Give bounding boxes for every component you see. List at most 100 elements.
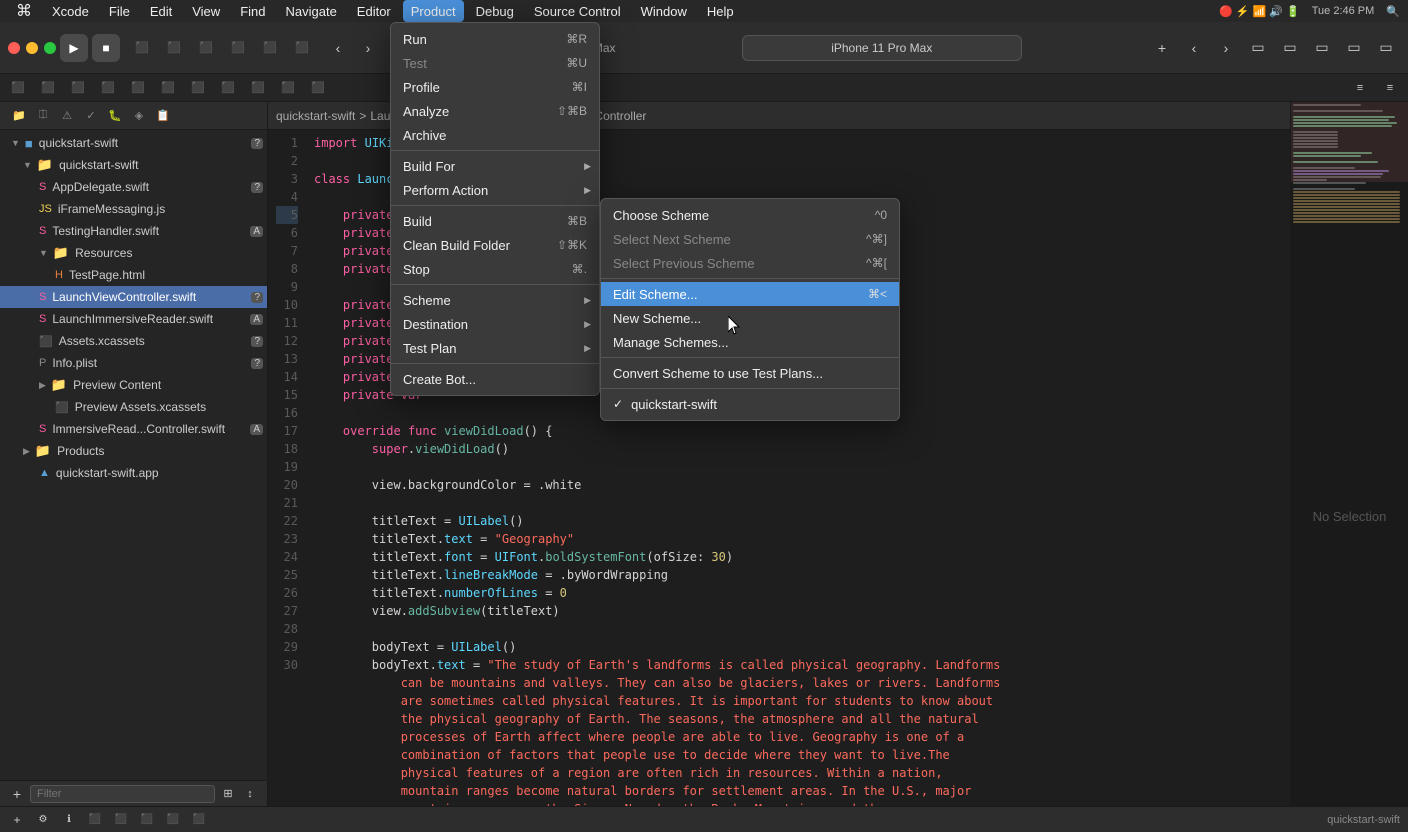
menu-source-control[interactable]: Source Control: [526, 0, 629, 22]
search-icon[interactable]: 🔍: [1386, 5, 1400, 18]
sidebar-item-preview-assets[interactable]: ⬛ Preview Assets.xcassets: [0, 396, 267, 418]
menu-archive[interactable]: Archive: [391, 123, 599, 147]
sidebar-item-immersive[interactable]: S LaunchImmersiveReader.swift A: [0, 308, 267, 330]
menu-window[interactable]: Window: [633, 0, 695, 22]
nav-down-icon[interactable]: ⬛: [224, 34, 252, 62]
menu-create-bot[interactable]: Create Bot...: [391, 367, 599, 391]
sidebar-right-icon[interactable]: ▭: [1372, 34, 1400, 62]
tab-bar-icon-7[interactable]: ⬛: [184, 74, 212, 102]
sidebar-item-assets[interactable]: ⬛ Assets.xcassets ?: [0, 330, 267, 352]
menu-run[interactable]: Run ⌘R: [391, 27, 599, 51]
sidebar-item-testpage[interactable]: H TestPage.html: [0, 264, 267, 286]
tab-bar-icon-9[interactable]: ⬛: [244, 74, 272, 102]
menu-view[interactable]: View: [184, 0, 228, 22]
menu-destination[interactable]: Destination: [391, 312, 599, 336]
bottom-icon7[interactable]: ⬛: [164, 811, 182, 829]
sidebar-icon-tests[interactable]: ✓: [80, 105, 102, 127]
bottom-icon6[interactable]: ⬛: [138, 811, 156, 829]
nav-grid-icon[interactable]: ⬛: [288, 34, 316, 62]
menu-perform-action[interactable]: Perform Action: [391, 178, 599, 202]
sidebar-item-products[interactable]: ▶ 📁 Products: [0, 440, 267, 462]
tab-bar-icon-8[interactable]: ⬛: [214, 74, 242, 102]
sidebar-item-preview-content[interactable]: ▶ 📁 Preview Content: [0, 374, 267, 396]
stop-button[interactable]: ■: [92, 34, 120, 62]
menu-edit[interactable]: Edit: [142, 0, 180, 22]
sidebar-icon-issues[interactable]: ⚠: [56, 105, 78, 127]
sidebar-item-folder-main[interactable]: ▼ 📁 quickstart-swift: [0, 154, 267, 176]
minimize-button[interactable]: [26, 42, 38, 54]
sidebar-item-iframe[interactable]: JS iFrameMessaging.js: [0, 198, 267, 220]
sidebar-item-resources[interactable]: ▼ 📁 Resources: [0, 242, 267, 264]
layout-canvas-icon[interactable]: ▭: [1308, 34, 1336, 62]
sidebar-left-icon[interactable]: ▭: [1340, 34, 1368, 62]
tab-bar-icon-2[interactable]: ⬛: [34, 74, 62, 102]
scheme-choose[interactable]: Choose Scheme ^0: [601, 203, 899, 227]
tab-bar-icon-10[interactable]: ⬛: [274, 74, 302, 102]
run-button[interactable]: ▶: [60, 34, 88, 62]
menu-find[interactable]: Find: [232, 0, 273, 22]
sort-button[interactable]: ↕: [241, 785, 259, 803]
scheme-edit[interactable]: Edit Scheme... ⌘<: [601, 282, 899, 306]
scheme-new[interactable]: New Scheme...: [601, 306, 899, 330]
sidebar-item-appdelegate[interactable]: S AppDelegate.swift ?: [0, 176, 267, 198]
sidebar-icon-folder[interactable]: 📁: [8, 105, 30, 127]
forward-nav-button[interactable]: ›: [1212, 34, 1240, 62]
menu-profile[interactable]: Profile ⌘I: [391, 75, 599, 99]
back-nav-button[interactable]: ‹: [1180, 34, 1208, 62]
sidebar-icon-report[interactable]: 📋: [152, 105, 174, 127]
menu-stop[interactable]: Stop ⌘.: [391, 257, 599, 281]
sidebar-item-launch-vc[interactable]: S LaunchViewController.swift ?: [0, 286, 267, 308]
apple-menu[interactable]: ⌘: [8, 0, 40, 22]
layout-split-icon[interactable]: ▭: [1276, 34, 1304, 62]
bottom-icon8[interactable]: ⬛: [190, 811, 208, 829]
tab-bar-icon-3[interactable]: ⬛: [64, 74, 92, 102]
menu-clean-build[interactable]: Clean Build Folder ⇧⌘K: [391, 233, 599, 257]
back-button[interactable]: ‹: [324, 34, 352, 62]
scheme-convert[interactable]: Convert Scheme to use Test Plans...: [601, 361, 899, 385]
sidebar-item-testing[interactable]: S TestingHandler.swift A: [0, 220, 267, 242]
bottom-add-button[interactable]: +: [8, 811, 26, 829]
tab-bar-icon-1[interactable]: ⬛: [4, 74, 32, 102]
bottom-info-button[interactable]: ℹ: [60, 811, 78, 829]
menu-build-for[interactable]: Build For: [391, 154, 599, 178]
menu-debug[interactable]: Debug: [468, 0, 522, 22]
filter-options-button[interactable]: ⊞: [219, 785, 237, 803]
nav-right-icon[interactable]: ⬛: [160, 34, 188, 62]
bottom-icon4[interactable]: ⬛: [86, 811, 104, 829]
nav-left-icon[interactable]: ⬛: [128, 34, 156, 62]
filter-input[interactable]: [30, 785, 215, 803]
sidebar-item-infoplist[interactable]: P Info.plist ?: [0, 352, 267, 374]
menu-test-plan[interactable]: Test Plan: [391, 336, 599, 360]
forward-button[interactable]: ›: [354, 34, 382, 62]
bottom-icon5[interactable]: ⬛: [112, 811, 130, 829]
menu-test[interactable]: Test ⌘U: [391, 51, 599, 75]
add-file-button[interactable]: +: [8, 785, 26, 803]
maximize-button[interactable]: [44, 42, 56, 54]
layout-single-icon[interactable]: ▭: [1244, 34, 1272, 62]
menu-file[interactable]: File: [101, 0, 138, 22]
sidebar-item-immersive-ctrl[interactable]: S ImmersiveRead...Controller.swift A: [0, 418, 267, 440]
scheme-next[interactable]: Select Next Scheme ^⌘]: [601, 227, 899, 251]
menu-help[interactable]: Help: [699, 0, 742, 22]
tab-bar-icon-11[interactable]: ⬛: [304, 74, 332, 102]
sidebar-icon-source[interactable]: ⎅: [32, 105, 54, 127]
tab-bar-icon-5[interactable]: ⬛: [124, 74, 152, 102]
nav-list-icon[interactable]: ⬛: [256, 34, 284, 62]
sidebar-icon-breakpoints[interactable]: ◈: [128, 105, 150, 127]
scheme-prev[interactable]: Select Previous Scheme ^⌘[: [601, 251, 899, 275]
menu-scheme[interactable]: Scheme: [391, 288, 599, 312]
menu-product[interactable]: Product: [403, 0, 464, 22]
nav-up-icon[interactable]: ⬛: [192, 34, 220, 62]
bottom-settings-button[interactable]: ⚙: [34, 811, 52, 829]
scheme-selector[interactable]: iPhone 11 Pro Max: [742, 35, 1022, 61]
menu-xcode[interactable]: Xcode: [44, 0, 97, 22]
scheme-quickstart[interactable]: ✓ quickstart-swift: [601, 392, 899, 416]
inspector-icon-2[interactable]: ≡: [1376, 74, 1404, 102]
tab-bar-icon-4[interactable]: ⬛: [94, 74, 122, 102]
add-tab-button[interactable]: +: [1148, 34, 1176, 62]
close-button[interactable]: [8, 42, 20, 54]
menu-editor[interactable]: Editor: [349, 0, 399, 22]
scheme-manage[interactable]: Manage Schemes...: [601, 330, 899, 354]
tab-bar-icon-6[interactable]: ⬛: [154, 74, 182, 102]
menu-navigate[interactable]: Navigate: [277, 0, 344, 22]
